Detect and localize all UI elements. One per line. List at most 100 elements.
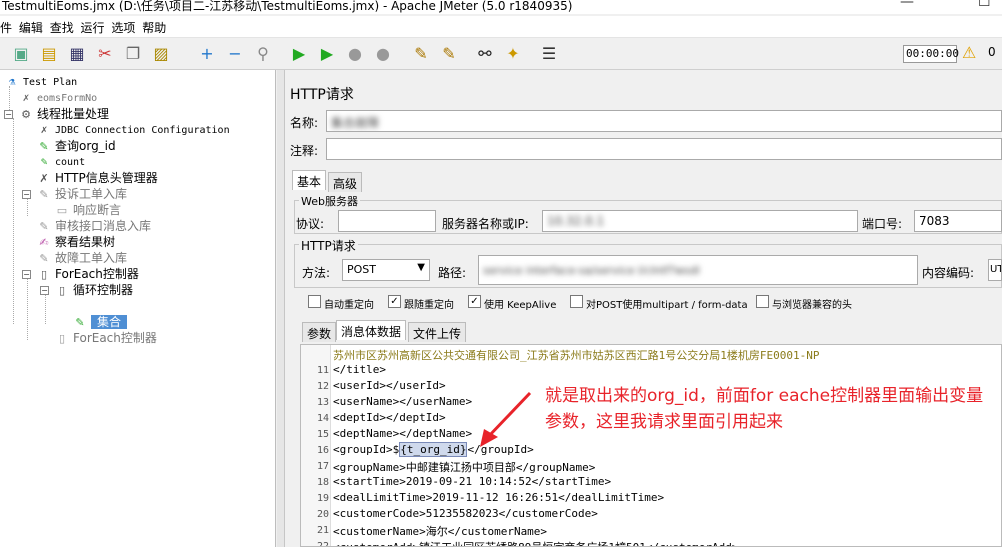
method-select[interactable]: POST ▼	[342, 259, 430, 281]
collapse-toggle[interactable]: −	[4, 110, 13, 119]
line-number: 14	[316, 413, 329, 424]
line-number: 13	[316, 397, 329, 408]
copy-icon[interactable]: ❐	[122, 43, 144, 65]
body-data-editor[interactable]: 苏州市区苏州高新区公共交通有限公司_江苏省苏州市姑苏区西汇路1号公交分局1楼机房…	[300, 344, 1002, 547]
toggle-icon[interactable]: ⚲	[252, 43, 274, 65]
encoding-label: 内容编码:	[922, 266, 975, 280]
menu-file[interactable]: 件	[0, 19, 12, 36]
menu-help[interactable]: 帮助	[142, 19, 166, 36]
name-field[interactable]: 集合故障	[326, 110, 1002, 132]
clear-icon[interactable]: ✎	[410, 43, 432, 65]
method-label: 方法:	[302, 266, 331, 280]
browser-headers-checkbox[interactable]	[756, 295, 769, 308]
config-icon: ✗	[22, 91, 30, 104]
menu-search[interactable]: 查找	[50, 19, 74, 36]
code-line: 苏州市区苏州高新区公共交通有限公司_江苏省苏州市姑苏区西汇路1号公交分局1楼机房…	[333, 349, 820, 362]
comment-label: 注释:	[290, 144, 319, 158]
tree-node[interactable]: ✗ eomsFormNo	[18, 90, 98, 106]
open-icon[interactable]: ▦	[66, 43, 88, 65]
menu-run[interactable]: 运行	[81, 19, 105, 36]
tree-node[interactable]: ✍ 察看结果树	[36, 234, 115, 250]
maximize-icon[interactable]: ☐	[978, 0, 991, 10]
port-field[interactable]: 7083	[914, 210, 1002, 232]
paste-icon[interactable]: ▨	[150, 43, 172, 65]
annotation-text: 就是取出来的org_id，前面for eache控制器里面输出变量参数，这里我请…	[545, 386, 984, 432]
code-line: <groupName>中邮建镇江扬中项目部</groupName>	[333, 461, 596, 474]
follow-redirect-checkbox[interactable]: ✓	[388, 295, 401, 308]
code-line: <dealLimitTime>2019-11-12 16:26:51</deal…	[333, 491, 665, 504]
shutdown-icon[interactable]: ●	[372, 43, 394, 65]
collapse-icon[interactable]: −	[224, 43, 246, 65]
code-line: <deptName></deptName>	[333, 427, 473, 440]
collapse-toggle[interactable]: −	[40, 286, 49, 295]
tree-node[interactable]: ✗ HTTP信息头管理器	[36, 170, 157, 186]
window-title: TestmultiEoms.jmx (D:\任务\项目二-江苏移动\Testmu…	[2, 0, 573, 13]
path-field[interactable]: service interface-sa/service l/cIntf?wsd…	[478, 255, 918, 285]
tree-node[interactable]: ⚙ 线程批量处理	[18, 106, 109, 122]
minimize-icon[interactable]: —	[900, 0, 914, 10]
encoding-field[interactable]: UTF	[988, 259, 1002, 281]
stop-icon[interactable]: ●	[344, 43, 366, 65]
browser-headers-label: 与浏览器兼容的头	[772, 300, 852, 311]
menu-edit[interactable]: 编辑	[19, 19, 43, 36]
tree-node[interactable]: ▭ 响应断言	[54, 202, 121, 218]
tab-parameters[interactable]: 参数	[302, 322, 337, 342]
warning-icon[interactable]: ⚠	[962, 43, 976, 62]
http-request-panel: HTTP请求 名称: 集合故障 注释: 基本 高级 Web服务器 协议: 服务器…	[286, 70, 1002, 547]
multipart-label: 对POST使用multipart / form-data	[586, 300, 748, 311]
listener-icon: ✍	[39, 236, 49, 249]
code-line: <customerCode>51235582023</customerCode>	[333, 507, 598, 520]
line-number: 16	[316, 445, 329, 456]
tree-node[interactable]: ⚗ Test Plan	[4, 74, 78, 90]
templates-icon[interactable]: ▤	[38, 43, 60, 65]
keepalive-checkbox[interactable]: ✓	[468, 295, 481, 308]
multipart-checkbox[interactable]	[570, 295, 583, 308]
server-label: 服务器名称或IP:	[442, 217, 529, 231]
tree-node[interactable]: ✎ 查询org_id	[36, 138, 115, 154]
collapse-toggle[interactable]: −	[22, 270, 31, 279]
cut-icon[interactable]: ✂	[94, 43, 116, 65]
menu-options[interactable]: 选项	[111, 19, 135, 36]
auto-redirect-checkbox[interactable]	[308, 295, 321, 308]
line-number: 12	[316, 381, 329, 392]
test-plan-icon: ⚗	[8, 75, 16, 88]
start-no-pause-icon[interactable]: ▶	[316, 43, 338, 65]
http-request-legend: HTTP请求	[299, 237, 358, 254]
tab-body-data[interactable]: 消息体数据	[336, 320, 407, 340]
auto-redirect-label: 自动重定向	[324, 300, 374, 311]
tree-node[interactable]: ✎ count	[36, 154, 85, 170]
function-helper-icon[interactable]: ☰	[538, 43, 560, 65]
tab-advanced[interactable]: 高级	[328, 172, 363, 192]
tree-node[interactable]: ✎ 故障工单入库	[36, 250, 127, 266]
controller-icon: ▯	[40, 268, 48, 281]
test-plan-tree: ⚗ Test Plan ✗ eomsFormNo − ⚙ 线程批量处理 ✗ JDBC C…	[0, 70, 276, 547]
jdbc-sampler-icon: ✎	[39, 140, 49, 153]
line-number: 21	[316, 525, 329, 536]
collapse-toggle[interactable]: −	[22, 190, 31, 199]
tree-node[interactable]: ▯ 循环控制器	[54, 282, 133, 298]
tree-node[interactable]: ✎ 投诉工单入库	[36, 186, 127, 202]
controller-icon: ▯	[58, 332, 66, 345]
chevron-down-icon: ▼	[417, 262, 425, 273]
search-icon[interactable]: ⚯	[474, 43, 496, 65]
tab-file-upload[interactable]: 文件上传	[408, 322, 467, 342]
protocol-field[interactable]	[338, 210, 436, 232]
new-icon[interactable]: ▣	[10, 43, 32, 65]
split-pane-divider[interactable]	[277, 70, 285, 547]
tree-node-selected[interactable]: ✎ 集合	[72, 314, 128, 330]
tree-node[interactable]: ▯ ForEach控制器	[54, 330, 157, 346]
code-line: </title>	[333, 363, 386, 376]
tree-node[interactable]: ▯ ForEach控制器	[36, 266, 139, 282]
server-field[interactable]: 10.32.0.1	[542, 210, 858, 232]
tab-basic[interactable]: 基本	[292, 170, 327, 190]
expand-icon[interactable]: +	[196, 43, 218, 65]
code-line: <userId></userId>	[333, 379, 446, 392]
tree-node[interactable]: ✗ JDBC Connection Configuration	[36, 122, 230, 138]
reset-search-icon[interactable]: ✦	[502, 43, 524, 65]
code-line: <deptId></deptId>	[333, 411, 446, 424]
start-icon[interactable]: ▶	[288, 43, 310, 65]
annotation-arrow-icon	[480, 391, 532, 447]
tree-node[interactable]: ✎ 审核接口消息入库	[36, 218, 151, 234]
clear-all-icon[interactable]: ✎	[438, 43, 460, 65]
comment-field[interactable]	[326, 138, 1002, 160]
